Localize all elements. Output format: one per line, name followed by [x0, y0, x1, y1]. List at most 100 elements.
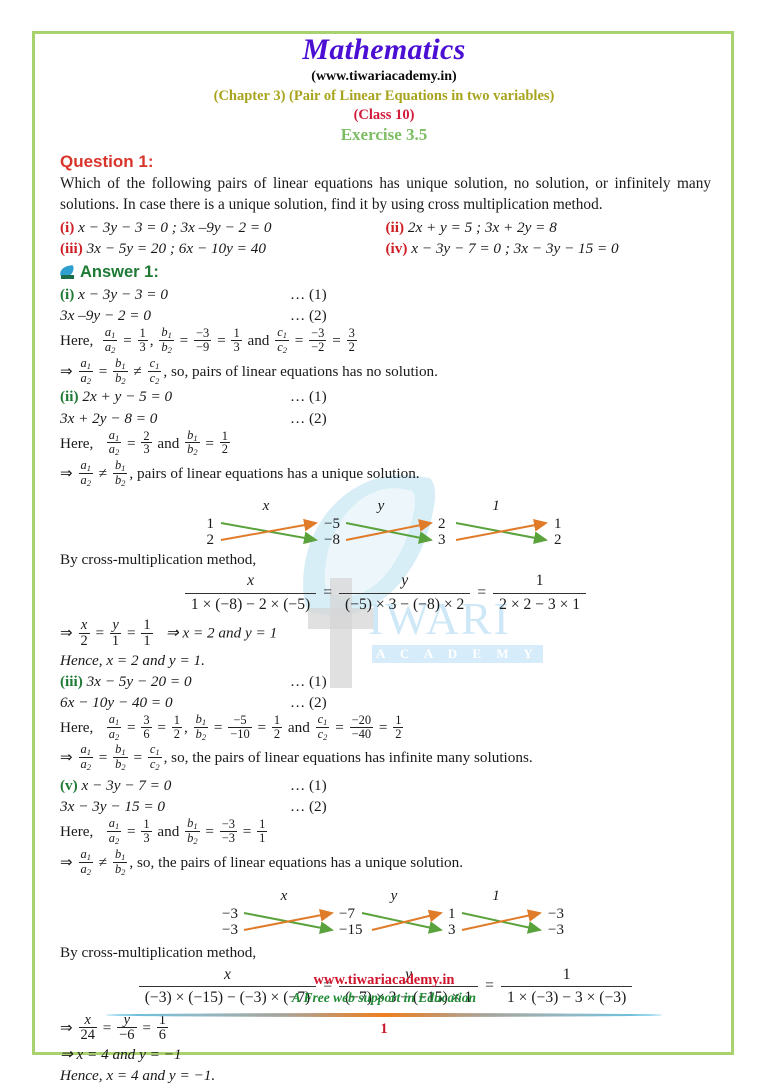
part-iii-eq1: 3x − 5y − 20 = 0: [86, 672, 192, 690]
part-v-conclusion-text: , so, the pairs of linear equations has …: [129, 853, 464, 871]
page-title: Mathematics: [302, 33, 466, 66]
part-v-conclusion: ⇒ a1 a2 ≠ b1 b2, so, the pairs of linear e…: [60, 846, 464, 877]
part-v-label: (v): [60, 777, 78, 795]
diagram1-bottom-3: 2: [554, 532, 562, 548]
part-ii-result: ⇒ x = 2 and y = 1: [165, 624, 278, 642]
question-item-equation: x − 3y − 7 = 0 ; 3x − 3y − 15 = 0: [411, 240, 619, 258]
part-v-eq1-ref: … (1): [290, 777, 327, 795]
ratio-c-value: −20 −40: [349, 712, 374, 741]
here-word: Here,: [60, 822, 94, 840]
ratio-b1-b2: b1 b2: [113, 742, 128, 773]
header-chapter: (Chapter 3) (Pair of Linear Equations in…: [213, 88, 555, 104]
document-footer: www.tiwariacademy.in A Free web support …: [0, 972, 768, 1038]
ratio-a1-a2: a1 a2: [102, 325, 118, 356]
part-iii-eq1-ref: … (1): [290, 672, 327, 690]
part-i-label: (i): [60, 286, 75, 304]
formula-term-y: y (−5) × 3 − (−8) × 2: [339, 571, 471, 615]
part-ii-formula: x 1 × (−8) − 2 × (−5) = y (−5) × 3 − (−8…: [60, 571, 711, 615]
document-content: Mathematics (www.tiwariacademy.in) (Chap…: [0, 0, 768, 1086]
part-ii-eq1-ref: … (1): [290, 388, 327, 406]
question-item: (iii) 3x − 5y = 20 ; 6x − 10y = 40: [60, 239, 386, 259]
ratio-b1-b2: b1 b2: [193, 711, 209, 742]
part-ii-ratios: Here, a1 a2 = 2 3 and b1 b2 = 1 2: [60, 427, 230, 458]
diagram2-col-x: x: [279, 888, 287, 904]
ratio-b1-b2: b1 b2: [112, 846, 128, 877]
part-ii-conclusion-text: , pairs of linear equations has a unique…: [129, 465, 420, 483]
answer-heading-row: Answer 1:: [59, 262, 711, 284]
ratio-b1-b2: b1 b2: [112, 458, 128, 489]
part-ii-label: (ii): [60, 388, 79, 406]
part-ii-eq1: 2x + y − 5 = 0: [82, 388, 173, 406]
diagram1-bottom-0: 2: [206, 532, 214, 548]
part-v-eq2-ref: … (2): [290, 798, 327, 816]
ratio-b-value: −5 −10: [228, 712, 252, 741]
document-body: Question 1: Which of the following pairs…: [59, 151, 711, 1086]
question-text: Which of the following pairs of linear e…: [60, 175, 711, 213]
cross-multiplication-diagram-2: x y 1 −3 −3 −7 −15 1 3 −3 −3: [60, 887, 711, 939]
ratio-b-simplified: 11: [257, 817, 268, 845]
diagram2-col-one: 1: [492, 888, 500, 904]
part-iii-conclusion-text: , so, the pairs of linear equations has …: [163, 749, 533, 767]
part-iii-label: (iii): [60, 672, 83, 690]
part-ii-eq2-ref: … (2): [290, 409, 327, 427]
formula-term-x: x 1 × (−8) − 2 × (−5): [184, 571, 317, 615]
part-v-method-text: By cross-multiplication method,: [60, 944, 257, 962]
question-heading: Question 1:: [60, 152, 154, 171]
part-iii-ratios: Here, a1 a2 = 36 = 12, b1 b2 = −5 −10 = 12 …: [60, 711, 404, 742]
question-items: (i) x − 3y − 3 = 0 ; 3x –9y − 2 = 0 (iii…: [60, 217, 711, 259]
part-ii-hence: Hence, x = 2 and y = 1.: [60, 651, 205, 669]
solve-x-over: x2: [78, 617, 90, 649]
part-i-ratios: Here, a1a2 = 1 3 , b1b2 = −3 −9 = 1 3: [60, 325, 357, 356]
diagram1-col-one: 1: [492, 498, 500, 514]
feather-pen-icon: [59, 265, 77, 280]
ratio-a-value: 1 3: [137, 326, 148, 354]
formula-term-one: 1 2 × 2 − 3 × 1: [493, 571, 587, 615]
part-iii-conclusion: ⇒ a1 a2 = b1 b2 = c1 c2, so, the pairs of l…: [60, 742, 533, 773]
solve-one-over: 11: [141, 617, 153, 649]
diagram1-bottom-2: 3: [438, 532, 446, 548]
part-iii-eq2-ref: … (2): [290, 693, 327, 711]
part-ii-solve: ⇒ x2 = y1 = 11 ⇒ x = 2 and y = 1: [60, 617, 278, 649]
part-ii-equation-2: 3x + 2y − 8 = 0 … (2): [60, 409, 711, 429]
diagram1-top-1: −5: [324, 516, 340, 532]
part-i-equation-1: (i) x − 3y − 3 = 0 … (1): [60, 285, 711, 305]
ratio-a-simplified: 12: [171, 712, 182, 741]
question-item-equation: 3x − 5y = 20 ; 6x − 10y = 40: [86, 240, 266, 258]
here-word: Here,: [60, 718, 94, 736]
answer-heading: Answer 1:: [80, 263, 159, 282]
question-item-equation: x − 3y − 3 = 0 ; 3x –9y − 2 = 0: [78, 219, 272, 237]
ratio-c1-c2: c1 c2: [147, 355, 162, 386]
footer-website[interactable]: www.tiwariacademy.in: [0, 972, 768, 989]
part-iii-equation-2: 6x − 10y − 40 = 0 … (2): [60, 693, 711, 713]
ratio-a-value: 13: [141, 817, 152, 845]
ratio-b1-b2: b1 b2: [159, 325, 174, 356]
header-exercise: Exercise 3.5: [340, 125, 428, 144]
part-i-eq2: 3x –9y − 2 = 0: [60, 307, 151, 325]
footer-divider: [106, 1013, 662, 1017]
ratio-b-value: 1 2: [219, 428, 230, 457]
diagram2-col-y: y: [388, 888, 397, 904]
document-header: Mathematics (www.tiwariacademy.in) (Chap…: [0, 33, 768, 145]
part-i-equation-2: 3x –9y − 2 = 0 … (2): [60, 306, 711, 326]
diagram2-bottom-3: −3: [548, 922, 564, 938]
ratio-b-simplified: 1 3: [231, 326, 242, 354]
diagram2-top-2: 1: [448, 906, 456, 922]
part-i-eq1: x − 3y − 3 = 0: [78, 286, 168, 304]
part-i-eq1-ref: … (1): [290, 286, 327, 304]
header-class: (Class 10): [353, 107, 415, 123]
part-v-equation-2: 3x − 3y − 15 = 0 … (2): [60, 797, 711, 817]
part-v-ratios: Here, a1 a2 = 13 and b1 b2 = −3 −3 = 11: [60, 816, 268, 847]
part-v-eq1: x − 3y − 7 = 0: [81, 777, 172, 795]
diagram2-top-1: −7: [339, 906, 355, 922]
part-i-conclusion-text: , so, pairs of linear equations has no s…: [163, 362, 438, 380]
ratio-a1-a2: a1 a2: [106, 816, 122, 847]
ratio-b1-b2: b1 b2: [113, 355, 128, 386]
part-iii-eq2: 6x − 10y − 40 = 0: [60, 693, 173, 711]
ratio-c1-c2: c1 c2: [315, 711, 330, 742]
ratio-a1-a2: a1 a2: [106, 427, 122, 458]
part-ii-method-text: By cross-multiplication method,: [60, 550, 257, 568]
diagram2-bottom-0: −3: [222, 922, 238, 938]
ratio-a1-a2: a1 a2: [78, 355, 93, 386]
part-ii-equation-1: (ii) 2x + y − 5 = 0 … (1): [60, 387, 711, 407]
question-item: (i) x − 3y − 3 = 0 ; 3x –9y − 2 = 0: [60, 218, 386, 238]
